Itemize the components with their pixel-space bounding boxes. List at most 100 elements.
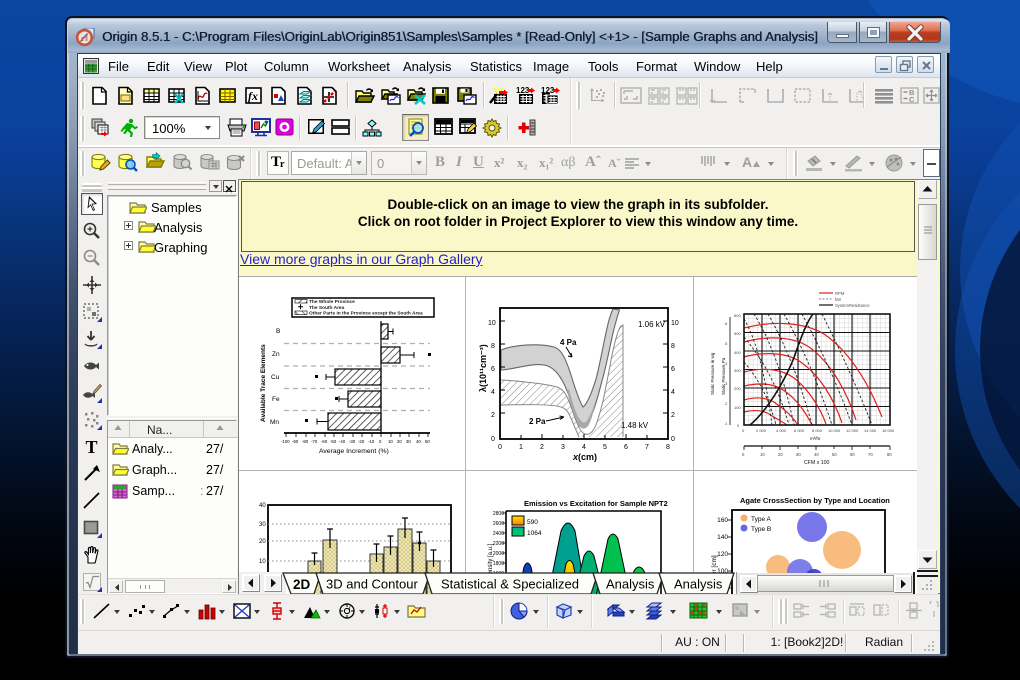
svg-text:4: 4 [671,389,675,396]
svg-text:12 000: 12 000 [846,428,859,433]
svg-text:2D: 2D [293,577,311,592]
svg-text:λ(10¹¹cm⁻³): λ(10¹¹cm⁻³) [478,344,488,392]
svg-text:20: 20 [778,452,783,457]
svg-text:2: 2 [671,412,675,419]
svg-text:0: 0 [491,436,495,443]
svg-text:T: T [86,437,98,457]
svg-text:0: 0 [737,423,740,428]
svg-text:Type B: Type B [751,526,771,533]
svg-text:20: 20 [259,539,266,545]
svg-text:40: 40 [259,503,266,509]
svg-text:2000: 2000 [493,551,504,557]
svg-text:Cu: Cu [271,374,280,381]
svg-text:2: 2 [491,412,495,419]
svg-text:Zn: Zn [272,351,280,358]
svg-text:10: 10 [760,452,765,457]
svg-text:8 000: 8 000 [812,428,823,433]
svg-text:500: 500 [734,331,741,336]
svg-text:2600: 2600 [493,521,504,527]
svg-text:The South Area: The South Area [309,305,345,311]
svg-text:fx: fx [248,89,258,103]
svg-text:-10: -10 [368,439,375,444]
svg-text:4 000: 4 000 [776,428,787,433]
svg-text:A: A [742,154,752,170]
svg-text:10 000: 10 000 [828,428,841,433]
svg-text:5: 5 [603,444,607,451]
svg-text:Static Pressure in wg: Static Pressure in wg [710,352,715,395]
svg-text:2: 2 [540,444,544,451]
svg-text:1064: 1064 [527,530,542,537]
svg-text:10: 10 [671,320,679,327]
svg-text:1.48 kV: 1.48 kV [621,421,649,430]
svg-text:1800: 1800 [493,561,504,567]
svg-text:SystemResistance: SystemResistance [835,303,870,308]
svg-text:Agate CrossSection by Type and: Agate CrossSection by Type and Location [740,496,890,505]
svg-text:B: B [276,328,280,335]
svg-text:0: 0 [742,452,745,457]
svg-text:2200: 2200 [493,541,504,547]
svg-text:30: 30 [796,452,801,457]
svg-text:40: 40 [814,452,819,457]
svg-text:-50: -50 [330,439,337,444]
svg-text:m³/hr: m³/hr [810,436,821,441]
svg-text:2 Pa: 2 Pa [529,417,546,426]
svg-text:30: 30 [406,439,411,444]
svg-text:8: 8 [671,343,675,350]
svg-text:7: 7 [645,444,649,451]
svg-text:CFM x 100: CFM x 100 [804,460,829,466]
svg-text:120: 120 [717,551,728,558]
svg-text:0: 0 [671,436,675,443]
svg-text:kW: kW [835,297,841,302]
svg-text:-20: -20 [358,439,365,444]
svg-text:2400: 2400 [493,531,504,537]
svg-text:4: 4 [582,444,586,451]
svg-text:590: 590 [527,519,538,526]
svg-text:50: 50 [832,452,837,457]
svg-text:3: 3 [561,444,565,451]
svg-text:-90: -90 [292,439,299,444]
svg-text:100: 100 [734,405,741,410]
svg-text:0: 0 [379,439,382,444]
svg-text:-30: -30 [349,439,356,444]
svg-text:Analysis: Analysis [674,577,723,592]
svg-text:600: 600 [734,313,741,318]
svg-text:-100: -100 [281,439,290,444]
svg-text:10: 10 [388,439,393,444]
svg-text:14 000: 14 000 [864,428,877,433]
svg-text:Available Trace Elements: Available Trace Elements [260,344,267,422]
svg-text:-40: -40 [339,439,346,444]
svg-text:Analysis: Analysis [606,577,655,592]
svg-text:8: 8 [666,444,670,451]
svg-text:Other Parts in the Province ex: Other Parts in the Province except the S… [309,311,423,317]
svg-text:1.06 kV: 1.06 kV [638,320,666,329]
svg-text:6 000: 6 000 [794,428,805,433]
svg-text:r: r [349,606,351,612]
svg-text:16 000: 16 000 [882,428,895,433]
svg-text:140: 140 [717,534,728,541]
svg-text:Emission vs Excitation for Sam: Emission vs Excitation for Sample NPT2 [524,499,668,508]
svg-text:160: 160 [717,517,728,524]
svg-text:70: 70 [868,452,873,457]
svg-text:0: 0 [742,428,745,433]
svg-text:40: 40 [416,439,421,444]
svg-text:10: 10 [488,320,496,327]
svg-text:Fe: Fe [272,396,280,403]
svg-text:.6: .6 [724,321,728,326]
svg-text:0: 0 [498,444,502,451]
svg-text:6: 6 [624,444,628,451]
svg-text:6: 6 [491,366,495,373]
svg-text:.5: .5 [724,341,728,346]
svg-text:1: 1 [519,444,523,451]
svg-text:-70: -70 [311,439,318,444]
svg-text:4 Pa: 4 Pa [560,338,577,347]
svg-text:.2: .2 [724,401,728,406]
svg-text:The Whole Province: The Whole Province [309,299,355,305]
svg-text:-60: -60 [321,439,328,444]
svg-text:.1: .1 [724,421,728,426]
svg-text:50: 50 [425,439,430,444]
svg-text:60: 60 [850,452,855,457]
svg-text:300: 300 [734,368,741,373]
svg-text:4: 4 [491,389,495,396]
svg-text:2800: 2800 [493,511,504,517]
svg-text:x(cm): x(cm) [572,452,597,462]
